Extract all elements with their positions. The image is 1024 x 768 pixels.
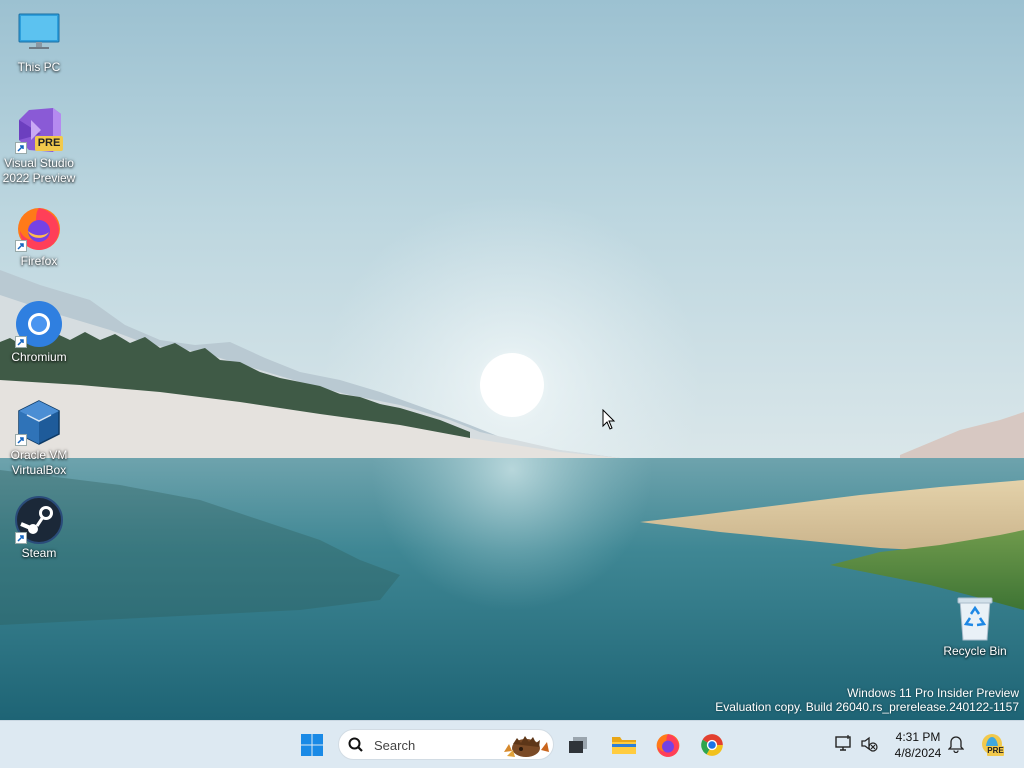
taskbar-search-box[interactable]: Search	[338, 729, 554, 760]
wallpaper	[0, 0, 1024, 720]
virtualbox-icon	[15, 398, 63, 446]
mouse-cursor-icon	[602, 409, 616, 430]
shortcut-arrow-icon	[15, 240, 27, 252]
watermark-line-1: Windows 11 Pro Insider Preview	[847, 686, 1019, 700]
firefox-icon	[15, 204, 63, 252]
visual-studio-preview-icon: PRE	[15, 106, 63, 154]
desktop-icon-label: Oracle VM VirtualBox	[10, 448, 68, 477]
desktop-icon-label: Chromium	[11, 350, 67, 364]
desktop-icon-firefox[interactable]: Firefox	[1, 204, 77, 269]
desktop-icon-label: This PC	[17, 60, 61, 74]
desktop[interactable]: This PC PRE Visual Studio 2022 Preview F…	[0, 0, 1024, 720]
desktop-icon-recycle-bin[interactable]: Recycle Bin	[937, 594, 1013, 659]
search-highlight-illustration-icon	[504, 736, 549, 757]
taskbar: Search 4:31 PM 4/8/2024 PRE	[0, 720, 1024, 768]
copilot-preview-badge: PRE	[987, 746, 1004, 756]
chromium-icon	[15, 300, 63, 348]
desktop-icon-visual-studio[interactable]: PRE Visual Studio 2022 Preview	[1, 106, 77, 186]
copilot-button[interactable]: PRE	[981, 733, 1005, 757]
windows-start-icon	[301, 734, 323, 756]
shortcut-arrow-icon	[15, 142, 27, 154]
taskbar-task-view[interactable]	[560, 727, 596, 763]
taskbar-file-explorer[interactable]	[606, 727, 642, 763]
taskbar-firefox[interactable]	[650, 727, 686, 763]
preview-badge: PRE	[35, 136, 63, 151]
desktop-icon-label: Firefox	[20, 254, 58, 268]
start-button[interactable]	[294, 727, 330, 763]
task-view-icon	[569, 737, 587, 753]
shortcut-arrow-icon	[15, 336, 27, 348]
chrome-icon	[701, 734, 723, 756]
clock-date: 4/8/2024	[894, 746, 942, 760]
taskbar-clock[interactable]: 4:31 PM 4/8/2024	[886, 729, 950, 761]
computer-icon	[15, 10, 63, 58]
watermark-line-2: Evaluation copy. Build 26040.rs_prerelea…	[715, 700, 1019, 714]
desktop-icon-virtualbox[interactable]: Oracle VM VirtualBox	[1, 398, 77, 478]
network-icon[interactable]	[835, 735, 853, 753]
recycle-bin-icon	[951, 594, 999, 642]
folder-icon	[612, 737, 636, 754]
bell-icon[interactable]	[948, 735, 964, 753]
desktop-icon-label: Steam	[21, 546, 57, 560]
volume-muted-icon[interactable]	[860, 735, 878, 753]
steam-icon	[15, 496, 63, 544]
desktop-icon-steam[interactable]: Steam	[1, 496, 77, 561]
desktop-icon-this-pc[interactable]: This PC	[1, 10, 77, 75]
taskbar-chrome[interactable]	[694, 727, 730, 763]
search-icon	[348, 737, 363, 752]
evaluation-watermark: Windows 11 Pro Insider Preview Evaluatio…	[715, 686, 1019, 714]
desktop-icon-label: Visual Studio 2022 Preview	[2, 156, 76, 185]
desktop-icon-label: Recycle Bin	[943, 644, 1007, 658]
firefox-icon	[656, 734, 680, 757]
shortcut-arrow-icon	[15, 532, 27, 544]
desktop-icon-chromium[interactable]: Chromium	[1, 300, 77, 365]
clock-time: 4:31 PM	[895, 730, 941, 744]
shortcut-arrow-icon	[15, 434, 27, 446]
search-placeholder: Search	[374, 738, 416, 753]
